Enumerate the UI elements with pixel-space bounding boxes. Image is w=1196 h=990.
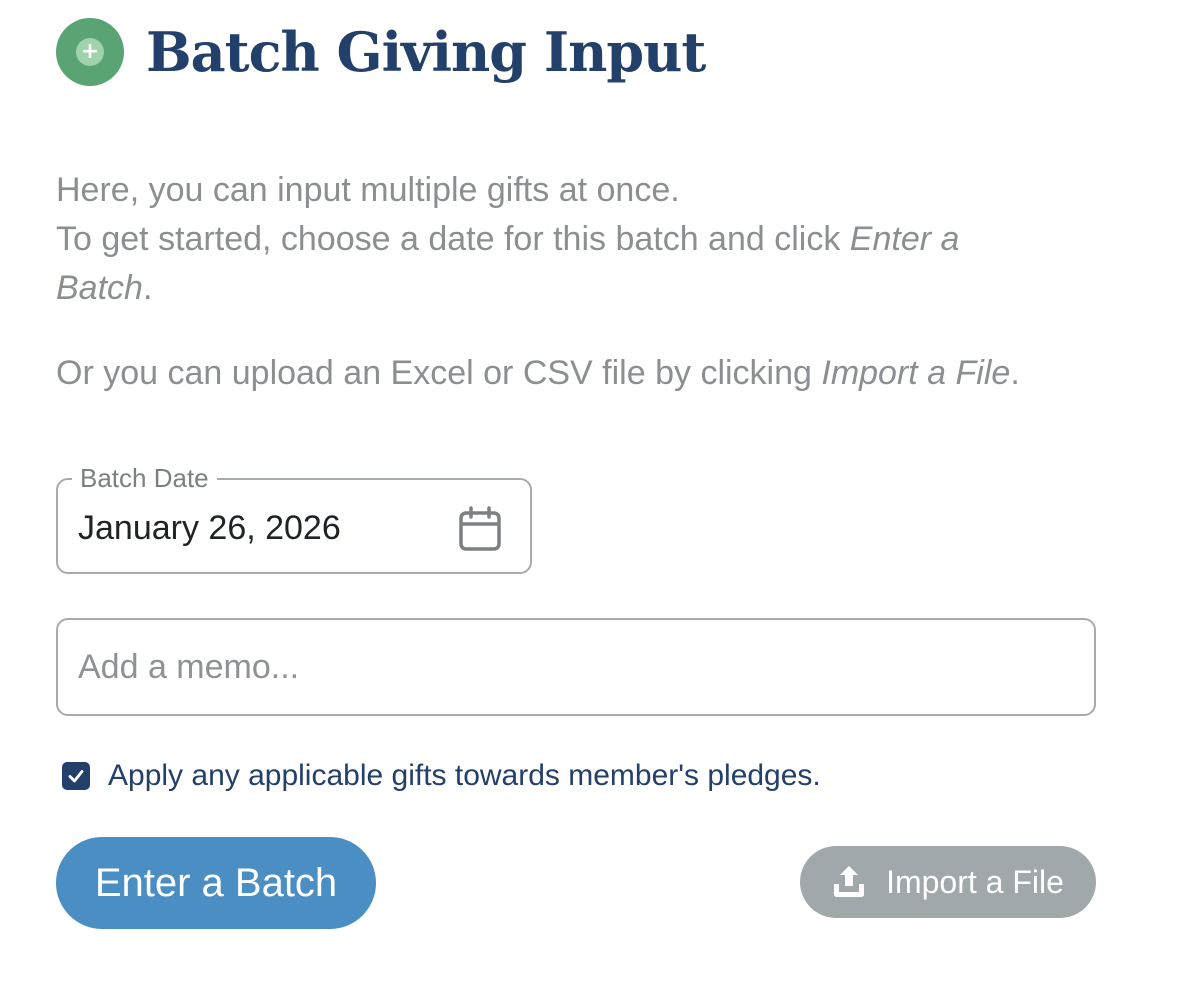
- intro-import-paragraph: Or you can upload an Excel or CSV file b…: [56, 349, 1056, 398]
- intro-line-1: Here, you can input multiple gifts at on…: [56, 171, 680, 209]
- page-title: Batch Giving Input: [146, 20, 706, 84]
- plus-circle-icon: +: [56, 18, 124, 86]
- import-file-label: Import a File: [886, 863, 1064, 900]
- pledge-checkbox-label[interactable]: Apply any applicable gifts towards membe…: [108, 759, 821, 793]
- checkmark-icon: [68, 770, 84, 783]
- intro-line-3-suffix: .: [1010, 354, 1020, 392]
- pledge-option[interactable]: Apply any applicable gifts towards membe…: [62, 756, 821, 796]
- intro-line-3-prefix: Or you can upload an Excel or CSV file b…: [56, 354, 822, 392]
- batch-date-value[interactable]: January 26, 2026: [78, 508, 341, 548]
- intro-import-file-reference: Import a File: [821, 354, 1011, 392]
- enter-batch-button[interactable]: Enter a Batch: [56, 837, 376, 929]
- intro-text: Here, you can input multiple gifts at on…: [56, 166, 1056, 398]
- batch-date-label: Batch Date: [72, 463, 217, 493]
- intro-line-2-suffix: .: [142, 269, 153, 307]
- pledge-checkbox[interactable]: [62, 762, 90, 790]
- intro-paragraph: Here, you can input multiple gifts at on…: [56, 166, 1056, 313]
- page-header: + Batch Giving Input: [56, 14, 706, 90]
- upload-icon: [834, 866, 865, 897]
- calendar-icon[interactable]: [458, 506, 502, 552]
- batch-date-field[interactable]: Batch Date January 26, 2026: [56, 463, 532, 574]
- import-file-button[interactable]: Import a File: [800, 846, 1096, 918]
- intro-line-2-prefix: To get started, choose a date for this b…: [56, 220, 850, 258]
- memo-input[interactable]: [56, 618, 1096, 716]
